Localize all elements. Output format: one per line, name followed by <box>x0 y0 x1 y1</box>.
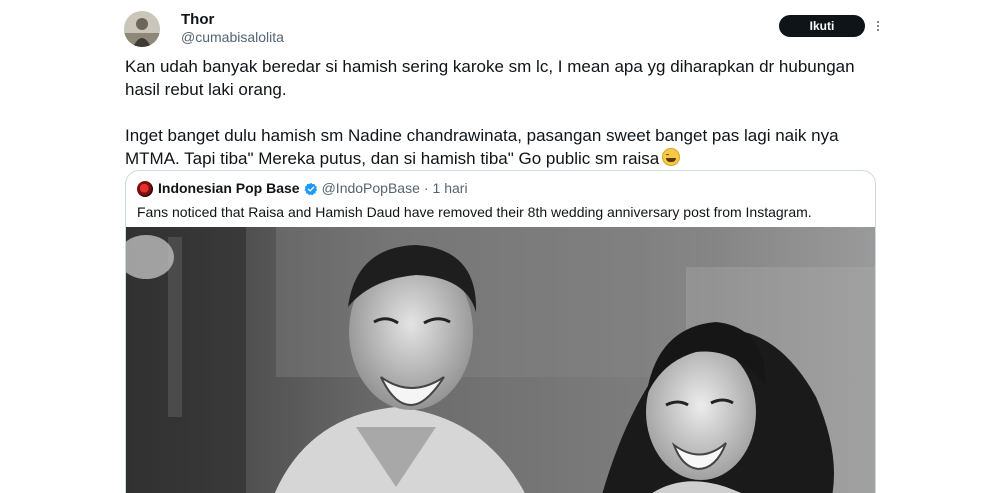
quote-text: Fans noticed that Raisa and Hamish Daud … <box>137 204 812 220</box>
author-avatar[interactable] <box>124 11 160 47</box>
author-name[interactable]: Thor <box>181 11 214 29</box>
tweet-body: Kan udah banyak beredar si hamish sering… <box>125 55 885 170</box>
tweet-paragraph-1: Kan udah banyak beredar si hamish sering… <box>125 57 855 99</box>
more-options-icon[interactable] <box>873 17 883 35</box>
tweet-page: Thor @cumabisalolita Ikuti Kan udah bany… <box>0 0 1000 493</box>
author-handle[interactable]: @cumabisalolita <box>181 29 284 46</box>
tweet-paragraph-2: Inget banget dulu hamish sm Nadine chand… <box>125 124 885 170</box>
quoted-tweet[interactable]: Indonesian Pop Base @IndoPopBase · 1 har… <box>125 170 876 493</box>
verified-badge-icon <box>304 182 317 195</box>
quote-avatar[interactable] <box>137 180 153 197</box>
quote-timestamp[interactable]: 1 hari <box>433 180 468 197</box>
quote-photo[interactable] <box>126 227 875 493</box>
quote-author-name[interactable]: Indonesian Pop Base <box>158 180 300 197</box>
grinning-sweat-emoji-icon <box>662 148 681 166</box>
quote-header: Indonesian Pop Base @IndoPopBase · 1 har… <box>137 180 468 197</box>
tweet-paragraph-2-text: Inget banget dulu hamish sm Nadine chand… <box>125 126 839 168</box>
quote-separator: · <box>423 180 429 196</box>
quote-author-handle[interactable]: @IndoPopBase <box>322 180 420 197</box>
avatar-image <box>124 11 160 47</box>
black-and-white-couple-photo <box>126 227 875 493</box>
follow-button[interactable]: Ikuti <box>779 15 865 37</box>
